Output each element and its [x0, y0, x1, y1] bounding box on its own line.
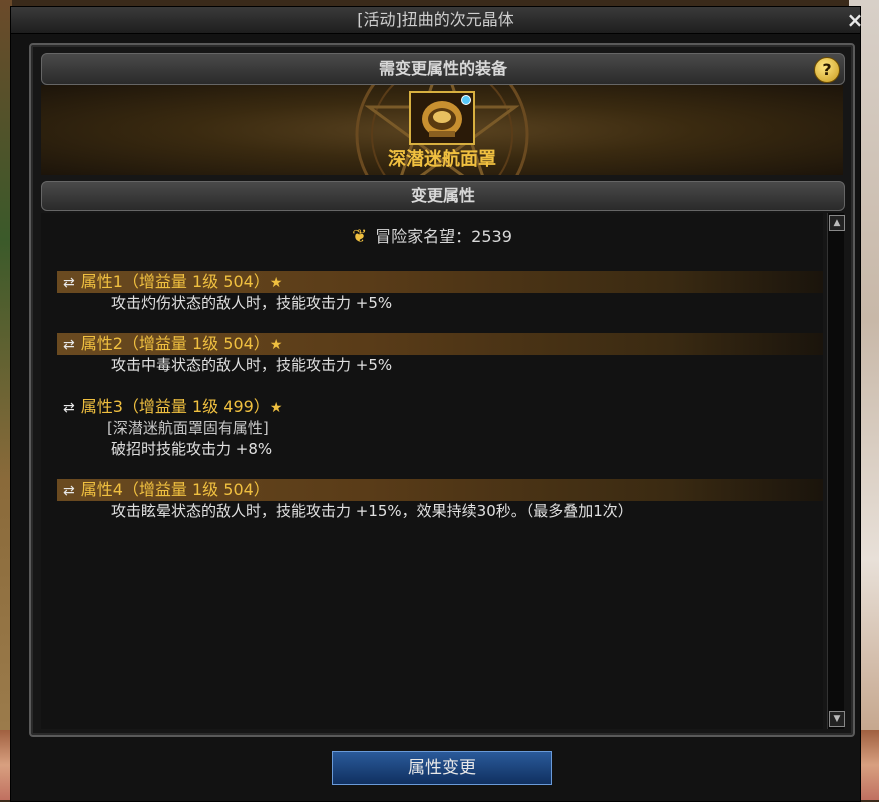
shuffle-icon: ⇄	[63, 275, 75, 291]
attribute-row-3[interactable]: ⇄ 属性3（增益量 1级 499）★ [深潜迷航面罩固有属性] 破招时技能攻击力 …	[57, 396, 823, 460]
star-icon: ★	[269, 275, 283, 291]
change-section-title: 变更属性	[410, 186, 475, 205]
attribute-description: 攻击眩晕状态的敌人时，技能攻击力 +15%，效果持续30秒。（最多叠加1次）	[111, 502, 633, 520]
scroll-up-icon[interactable]: ▲	[829, 215, 845, 231]
equipment-name: 深潜迷航面罩	[388, 149, 496, 170]
attribute-fixed-note: [深潜迷航面罩固有属性]	[107, 419, 269, 437]
attribute-row-1[interactable]: ⇄ 属性1（增益量 1级 504）★ 攻击灼伤状态的敌人时，技能攻击力 +5%	[57, 271, 823, 314]
dialog-title: [活动]扭曲的次元晶体	[357, 10, 514, 29]
change-section-header: 变更属性	[41, 181, 845, 211]
fame-icon: ❦	[352, 226, 368, 247]
attribute-header: ⇄ 属性3（增益量 1级 499）★	[57, 396, 823, 418]
shuffle-icon: ⇄	[63, 400, 75, 416]
star-icon: ★	[269, 337, 283, 353]
change-attribute-button[interactable]: 属性变更	[332, 751, 552, 785]
dialog-titlebar[interactable]: [活动]扭曲的次元晶体 ×	[11, 7, 863, 34]
attribute-title: 属性3（增益量 1级 499）	[80, 397, 270, 416]
attribute-list[interactable]: ❦ 冒险家名望：2539 ⇄ 属性1（增益量 1级 504）★ 攻击灼伤状态的敌人时…	[41, 213, 823, 729]
fame-display: ❦ 冒险家名望：2539	[41, 223, 823, 247]
attribute-header: ⇄ 属性1（增益量 1级 504）★	[57, 271, 823, 293]
attribute-row-2[interactable]: ⇄ 属性2（增益量 1级 504）★ 攻击中毒状态的敌人时，技能攻击力 +5%	[57, 333, 823, 376]
scroll-down-icon[interactable]: ▼	[829, 711, 845, 727]
attribute-description: 攻击中毒状态的敌人时，技能攻击力 +5%	[111, 356, 393, 374]
close-icon[interactable]: ×	[844, 9, 866, 31]
attribute-header: ⇄ 属性4（增益量 1级 504）	[57, 479, 823, 501]
equip-panel: 深潜迷航面罩	[41, 85, 843, 175]
attribute-title: 属性2（增益量 1级 504）	[80, 334, 270, 353]
scrollbar[interactable]: ▲ ▼	[827, 213, 845, 729]
attribute-title: 属性1（增益量 1级 504）	[80, 272, 270, 291]
shuffle-icon: ⇄	[63, 483, 75, 499]
attribute-description: 破招时技能攻击力 +8%	[111, 440, 273, 458]
equip-section-header: 需变更属性的装备 ?	[41, 53, 845, 85]
help-icon[interactable]: ?	[814, 57, 840, 83]
dialog-window: [活动]扭曲的次元晶体 × 需变更属性的装备 ? 深潜迷航面罩 变更属性 ❦ 冒…	[10, 6, 863, 802]
equip-section-title: 需变更属性的装备	[378, 59, 507, 78]
attribute-title: 属性4（增益量 1级 504）	[80, 480, 270, 499]
equipment-slot[interactable]	[409, 91, 475, 145]
fame-label: 冒险家名望：2539	[375, 227, 512, 246]
item-gem-indicator	[461, 95, 471, 105]
attribute-row-4[interactable]: ⇄ 属性4（增益量 1级 504） 攻击眩晕状态的敌人时，技能攻击力 +15%，效…	[57, 479, 823, 522]
attribute-description: 攻击灼伤状态的敌人时，技能攻击力 +5%	[111, 294, 393, 312]
shuffle-icon: ⇄	[63, 337, 75, 353]
attribute-header: ⇄ 属性2（增益量 1级 504）★	[57, 333, 823, 355]
star-icon: ★	[269, 400, 283, 416]
main-frame: 需变更属性的装备 ? 深潜迷航面罩 变更属性 ❦ 冒险家名望：2539 ⇄ 属性…	[29, 43, 855, 737]
